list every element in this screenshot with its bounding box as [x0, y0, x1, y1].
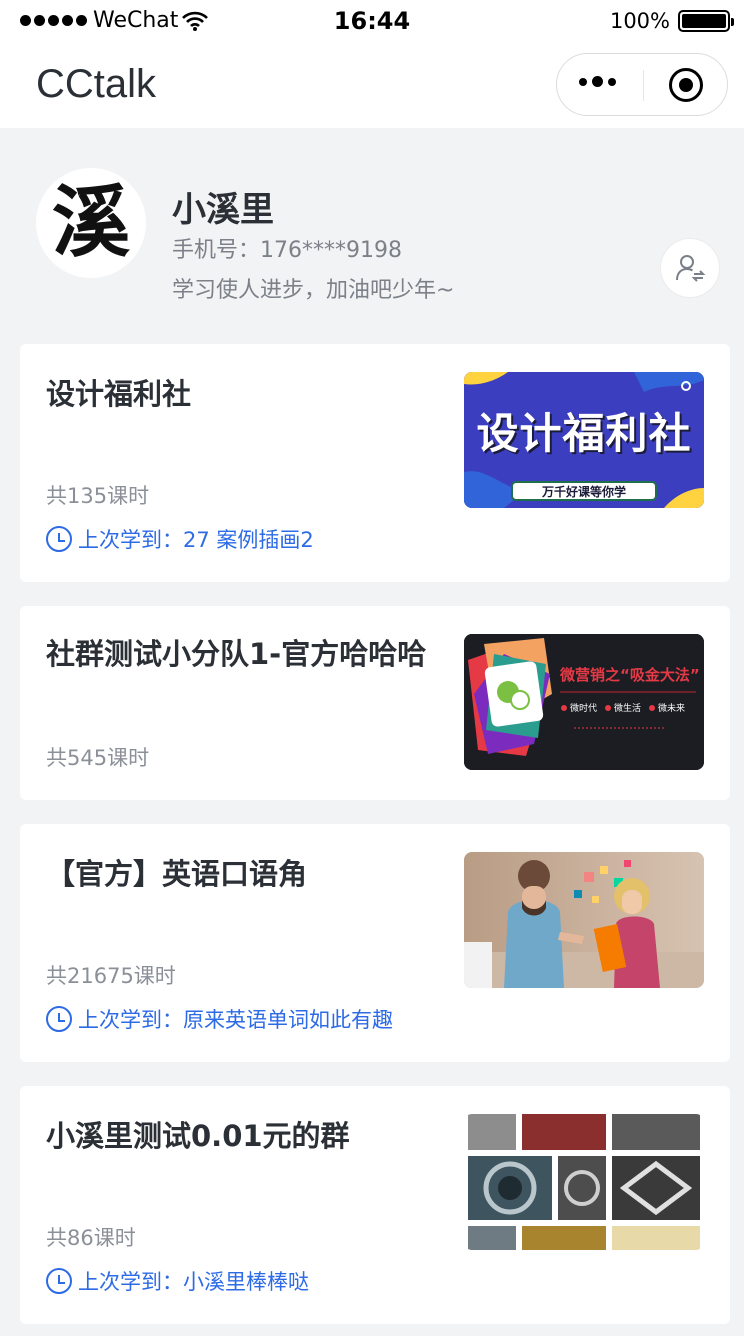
course-card[interactable]: 小溪里测试0.01元的群 共86课时 上次学到：小溪里棒棒哒	[20, 1086, 730, 1324]
switch-account-button[interactable]	[660, 238, 720, 298]
avatar-character: 溪	[51, 177, 130, 268]
course-lesson-count: 共86课时	[46, 1226, 136, 1250]
thumbnail-headline: 微营销之“吸金大法”	[560, 666, 700, 684]
course-thumbnail: 微营销之“吸金大法” 微时代 微生活 微未来	[464, 634, 704, 770]
last-learned[interactable]: 上次学到：27 案例插画2	[46, 524, 314, 554]
page-title: CCtalk	[36, 62, 157, 106]
course-title: 社群测试小分队1-官方哈哈哈	[46, 637, 427, 671]
last-learned-text: 上次学到：27 案例插画2	[78, 528, 314, 552]
course-title: 小溪里测试0.01元的群	[46, 1119, 350, 1153]
course-lesson-count: 共545课时	[46, 746, 150, 770]
thumbnail-photo-grid	[464, 1114, 704, 1250]
thumbnail-headline: 设计福利社	[476, 409, 692, 458]
course-card[interactable]: 【官方】英语口语角 共21675课时 上次学到：原来英语单词如此有趣	[20, 824, 730, 1062]
more-icon[interactable]	[579, 76, 616, 87]
last-learned[interactable]: 上次学到：小溪里棒棒哒	[46, 1266, 309, 1296]
course-card[interactable]: 社群测试小分队1-官方哈哈哈 共545课时 微营销之“吸金大法” 微时代 微生活…	[20, 606, 730, 800]
course-title: 【官方】英语口语角	[46, 857, 308, 891]
status-bar: WeChat 16:44 100%	[0, 0, 744, 44]
thumbnail-photo	[464, 852, 704, 988]
course-thumbnail: 设计福利社 万千好课等你学	[464, 372, 704, 508]
close-icon[interactable]	[669, 68, 703, 102]
thumbnail-item: 微未来	[658, 704, 686, 714]
capsule-divider	[643, 70, 644, 101]
course-lesson-count: 共135课时	[46, 484, 150, 508]
course-title: 设计福利社	[46, 377, 192, 411]
thumbnail-tagline: 万千好课等你学	[541, 485, 626, 499]
avatar[interactable]: 溪	[36, 168, 146, 278]
user-motto: 学习使人进步，加油吧少年~	[172, 278, 455, 303]
switch-user-icon	[676, 255, 706, 282]
course-thumbnail	[464, 1114, 704, 1250]
thumbnail-item: 微时代	[570, 704, 598, 714]
course-lesson-count: 共21675课时	[46, 964, 176, 988]
last-learned-text: 上次学到：原来英语单词如此有趣	[78, 1008, 393, 1032]
last-learned[interactable]: 上次学到：原来英语单词如此有趣	[46, 1004, 393, 1034]
nav-bar: CCtalk	[0, 44, 744, 128]
thumbnail-item: 微生活	[614, 704, 642, 714]
last-learned-text: 上次学到：小溪里棒棒哒	[78, 1270, 309, 1294]
clock-icon	[46, 1268, 72, 1294]
course-thumbnail	[464, 852, 704, 988]
user-name: 小溪里	[172, 190, 274, 230]
course-card[interactable]: 设计福利社 共135课时 上次学到：27 案例插画2 设计福利社 万千好课等你学	[20, 344, 730, 582]
battery-icon	[678, 10, 734, 32]
mini-program-capsule	[556, 53, 728, 116]
clock-icon	[46, 526, 72, 552]
clock-icon	[46, 1006, 72, 1032]
battery-percent: 100%	[609, 9, 670, 33]
user-phone: 手机号：176****9198	[172, 238, 402, 263]
profile-section: 溪 小溪里 手机号：176****9198 学习使人进步，加油吧少年~	[0, 128, 744, 338]
